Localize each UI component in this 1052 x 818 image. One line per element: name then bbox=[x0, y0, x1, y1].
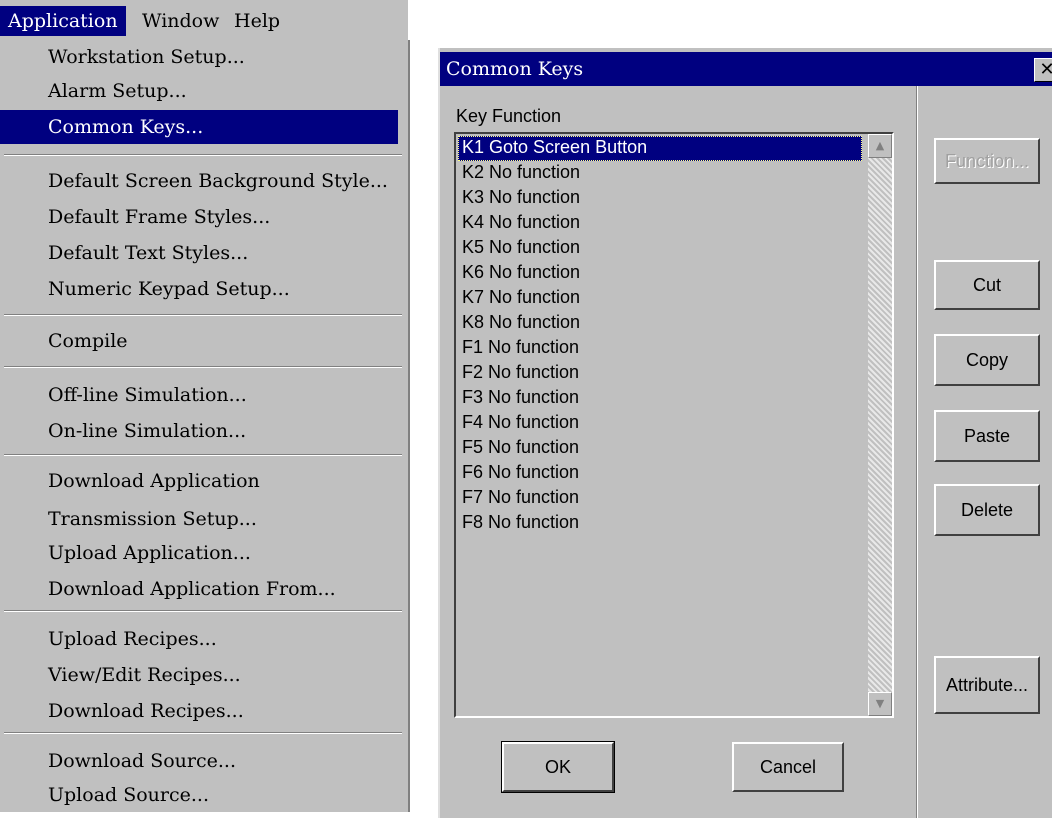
copy-button[interactable]: Copy bbox=[934, 334, 1040, 386]
menu-item-upload-application[interactable]: Upload Application... bbox=[0, 536, 394, 570]
menu-item-offline-simulation[interactable]: Off-line Simulation... bbox=[0, 378, 394, 412]
key-function-label: Key Function bbox=[456, 106, 562, 126]
scroll-down-icon[interactable]: ▼ bbox=[868, 692, 892, 716]
menu-item-workstation-setup[interactable]: Workstation Setup... bbox=[0, 40, 394, 74]
delete-button[interactable]: Delete bbox=[934, 484, 1040, 536]
menu-item-upload-source[interactable]: Upload Source... bbox=[0, 778, 394, 812]
menu-item-compile[interactable]: Compile bbox=[0, 324, 394, 358]
list-item[interactable]: F5 No function bbox=[458, 436, 868, 461]
menu-separator bbox=[4, 732, 402, 734]
scroll-up-icon[interactable]: ▲ bbox=[868, 134, 892, 158]
cancel-button[interactable]: Cancel bbox=[732, 742, 844, 792]
application-menu: Workstation Setup... Alarm Setup... Comm… bbox=[0, 40, 410, 812]
list-item[interactable]: K2 No function bbox=[458, 161, 868, 186]
menu-bar: Application Window Help bbox=[0, 0, 408, 41]
list-item[interactable]: F3 No function bbox=[458, 386, 868, 411]
menu-window[interactable]: Window bbox=[134, 6, 227, 36]
menu-item-default-frame-styles[interactable]: Default Frame Styles... bbox=[0, 200, 394, 234]
list-item[interactable]: F8 No function bbox=[458, 511, 868, 536]
ok-button[interactable]: OK bbox=[501, 741, 615, 793]
attribute-button[interactable]: Attribute... bbox=[934, 656, 1040, 714]
menu-item-default-screen-background-style[interactable]: Default Screen Background Style... bbox=[0, 164, 394, 198]
list-item[interactable]: K5 No function bbox=[458, 236, 868, 261]
list-item[interactable]: F4 No function bbox=[458, 411, 868, 436]
menu-item-upload-recipes[interactable]: Upload Recipes... bbox=[0, 622, 394, 656]
list-scrollbar[interactable]: ▲ ▼ bbox=[868, 134, 892, 716]
list-item[interactable]: K8 No function bbox=[458, 311, 868, 336]
menu-item-alarm-setup[interactable]: Alarm Setup... bbox=[0, 74, 394, 108]
list-items: K1 Goto Screen Button K2 No function K3 … bbox=[458, 136, 868, 536]
menu-separator bbox=[4, 610, 402, 612]
menu-help[interactable]: Help bbox=[226, 6, 288, 36]
list-item[interactable]: F7 No function bbox=[458, 486, 868, 511]
common-keys-dialog: Common Keys ✕ Key Function K1 Goto Scree… bbox=[438, 48, 1052, 818]
menu-separator bbox=[4, 366, 402, 368]
function-button[interactable]: Function... bbox=[934, 138, 1040, 184]
list-item[interactable]: F1 No function bbox=[458, 336, 868, 361]
list-item[interactable]: F2 No function bbox=[458, 361, 868, 386]
menu-item-default-text-styles[interactable]: Default Text Styles... bbox=[0, 236, 394, 270]
menu-item-download-application[interactable]: Download Application bbox=[0, 464, 394, 498]
menu-item-numeric-keypad-setup[interactable]: Numeric Keypad Setup... bbox=[0, 272, 394, 306]
dialog-title: Common Keys bbox=[446, 58, 584, 80]
list-item[interactable]: K3 No function bbox=[458, 186, 868, 211]
menu-item-common-keys[interactable]: Common Keys... bbox=[0, 110, 398, 144]
menu-item-transmission-setup[interactable]: Transmission Setup... bbox=[0, 502, 394, 536]
menu-item-view-edit-recipes[interactable]: View/Edit Recipes... bbox=[0, 658, 394, 692]
list-item[interactable]: K6 No function bbox=[458, 261, 868, 286]
list-item[interactable]: K7 No function bbox=[458, 286, 868, 311]
menu-item-download-source[interactable]: Download Source... bbox=[0, 744, 394, 778]
menu-item-download-application-from[interactable]: Download Application From... bbox=[0, 572, 394, 606]
paste-button[interactable]: Paste bbox=[934, 410, 1040, 462]
menu-separator bbox=[4, 154, 402, 156]
menu-separator bbox=[4, 314, 402, 316]
key-function-list[interactable]: K1 Goto Screen Button K2 No function K3 … bbox=[454, 132, 894, 718]
menu-application[interactable]: Application bbox=[0, 6, 126, 36]
close-icon[interactable]: ✕ bbox=[1034, 58, 1052, 82]
menu-separator bbox=[4, 454, 402, 456]
dialog-divider bbox=[916, 86, 918, 818]
menu-item-online-simulation[interactable]: On-line Simulation... bbox=[0, 414, 394, 448]
list-item[interactable]: K4 No function bbox=[458, 211, 868, 236]
list-item[interactable]: F6 No function bbox=[458, 461, 868, 486]
dialog-title-bar[interactable]: Common Keys ✕ bbox=[440, 52, 1052, 86]
list-item[interactable]: K1 Goto Screen Button bbox=[458, 136, 862, 161]
menu-item-download-recipes[interactable]: Download Recipes... bbox=[0, 694, 394, 728]
cut-button[interactable]: Cut bbox=[934, 260, 1040, 310]
